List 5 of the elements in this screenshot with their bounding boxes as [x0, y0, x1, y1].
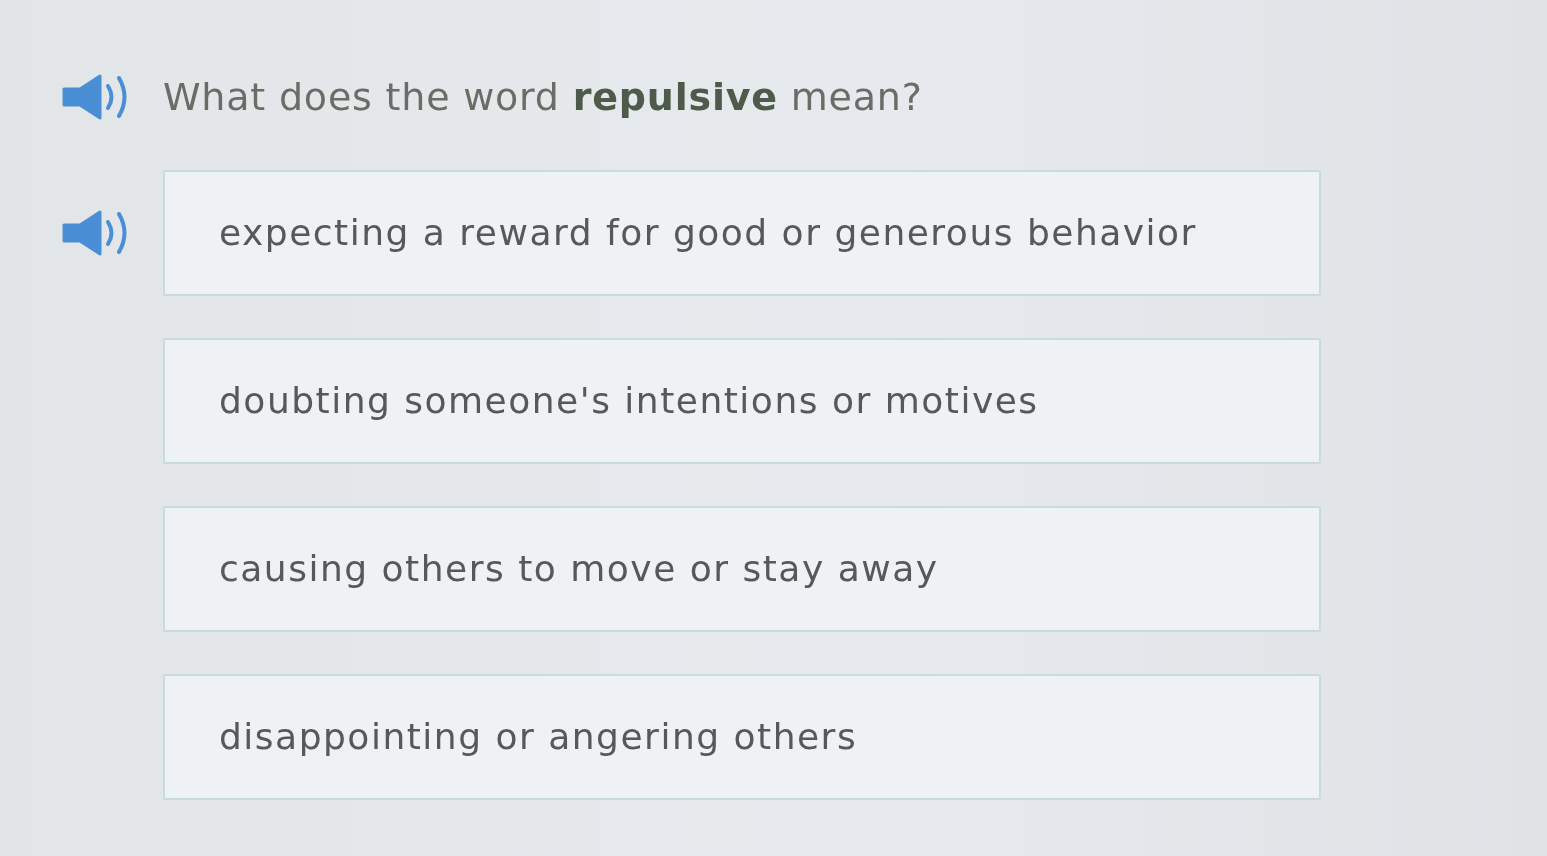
answer-choice-button[interactable]: disappointing or angering others: [163, 674, 1321, 800]
answer-choice-button[interactable]: doubting someone's intentions or motives: [163, 338, 1321, 464]
question-text: What does the word repulsive mean?: [163, 73, 923, 121]
answer-choice-button[interactable]: expecting a reward for good or generous behavior: [163, 170, 1321, 296]
answer-choice-button[interactable]: causing others to move or stay away: [163, 506, 1321, 632]
